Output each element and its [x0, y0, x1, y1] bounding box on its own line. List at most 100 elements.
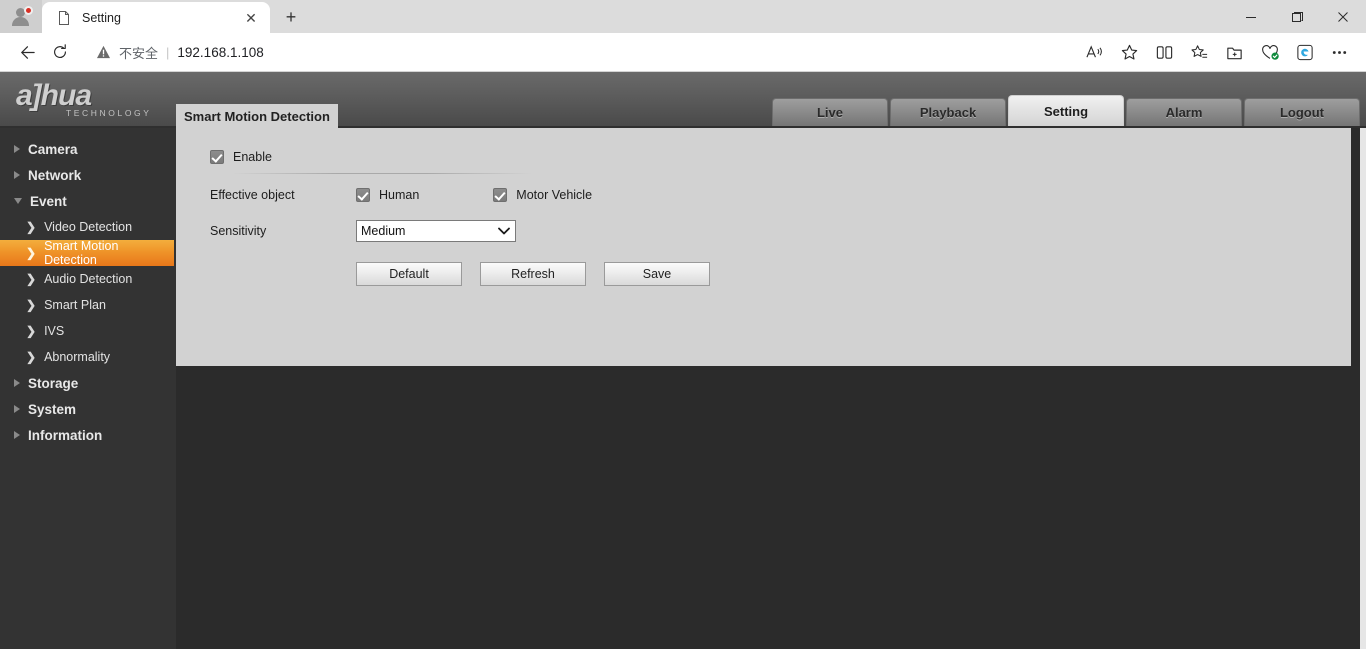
- effective-object-checkbox-group: Human Motor Vehicle: [356, 188, 592, 202]
- chevron-right-icon: [14, 431, 20, 439]
- profile-button[interactable]: [0, 0, 42, 33]
- chevron-right-icon: ❯: [26, 351, 36, 363]
- split-screen-icon[interactable]: [1148, 37, 1181, 67]
- content-area: Smart Motion Detection Enable Effective …: [176, 128, 1366, 649]
- sidebar-item-abnormality[interactable]: ❯ Abnormality: [0, 344, 176, 370]
- chevron-right-icon: ❯: [26, 299, 36, 311]
- url-text: 192.168.1.108: [177, 45, 263, 60]
- topnav-alarm[interactable]: Alarm: [1126, 98, 1242, 126]
- chevron-right-icon: ❯: [26, 221, 36, 233]
- ie-mode-icon[interactable]: [1288, 37, 1321, 67]
- human-checkbox[interactable]: [356, 188, 370, 202]
- topnav-setting[interactable]: Setting: [1008, 95, 1124, 126]
- panel-body: Enable Effective object Human: [176, 128, 1351, 286]
- sidebar-item-label: Camera: [28, 142, 78, 157]
- read-aloud-icon[interactable]: [1078, 37, 1111, 67]
- default-button[interactable]: Default: [356, 262, 462, 286]
- sidebar-item-label: Abnormality: [44, 350, 110, 364]
- refresh-button[interactable]: Refresh: [480, 262, 586, 286]
- reload-icon[interactable]: [44, 37, 76, 67]
- collections-icon[interactable]: [1218, 37, 1251, 67]
- chevron-right-icon: [14, 379, 20, 387]
- sidebar-item-camera[interactable]: Camera: [0, 136, 176, 162]
- settings-more-icon[interactable]: [1323, 37, 1356, 67]
- sidebar-item-label: System: [28, 402, 76, 417]
- favorite-star-icon[interactable]: [1113, 37, 1146, 67]
- sidebar: Camera Network Event ❯ Video Detection ❯…: [0, 128, 176, 649]
- dahua-logo: a]hua TECHNOLOGY: [16, 80, 152, 118]
- sidebar-item-network[interactable]: Network: [0, 162, 176, 188]
- avatar-icon: [10, 7, 32, 27]
- chevron-right-icon: ❯: [26, 273, 36, 285]
- motor-vehicle-label: Motor Vehicle: [516, 188, 592, 202]
- sidebar-item-ivs[interactable]: ❯ IVS: [0, 318, 176, 344]
- back-icon[interactable]: [10, 37, 42, 67]
- omnibox-separator: |: [166, 45, 169, 60]
- settings-panel: Smart Motion Detection Enable Effective …: [176, 128, 1351, 366]
- chevron-right-icon: [14, 171, 20, 179]
- app-body: Camera Network Event ❯ Video Detection ❯…: [0, 128, 1366, 649]
- favorites-list-icon[interactable]: [1183, 37, 1216, 67]
- topnav-playback[interactable]: Playback: [890, 98, 1006, 126]
- security-status-text: 不安全: [119, 43, 158, 62]
- browser-toolbar: 不安全 | 192.168.1.108: [0, 33, 1366, 72]
- motor-vehicle-checkbox[interactable]: [493, 188, 507, 202]
- sidebar-item-label: Video Detection: [44, 220, 132, 234]
- close-icon[interactable]: ✕: [240, 7, 262, 29]
- maximize-icon[interactable]: [1274, 0, 1320, 33]
- page-title: Smart Motion Detection: [176, 104, 338, 128]
- chevron-right-icon: [14, 145, 20, 153]
- sidebar-item-video-detection[interactable]: ❯ Video Detection: [0, 214, 176, 240]
- warning-triangle-icon: [96, 45, 111, 59]
- dahua-web-ui: a]hua TECHNOLOGY Live Playback Setting A…: [0, 72, 1366, 649]
- human-checkbox-group: Human: [356, 188, 419, 202]
- sidebar-item-label: IVS: [44, 324, 64, 338]
- document-icon: [56, 10, 72, 26]
- browser-tab-setting[interactable]: Setting ✕: [42, 2, 270, 33]
- sidebar-item-audio-detection[interactable]: ❯ Audio Detection: [0, 266, 176, 292]
- action-buttons: Default Refresh Save: [356, 262, 1351, 286]
- notification-badge-icon: [24, 6, 33, 15]
- chevron-right-icon: ❯: [26, 325, 36, 337]
- sensitivity-select[interactable]: Medium: [356, 220, 516, 242]
- enable-row: Enable: [210, 150, 1351, 164]
- sensitivity-row: Sensitivity Medium: [210, 216, 1351, 246]
- chevron-down-icon: [495, 221, 513, 241]
- section-divider: [232, 173, 532, 174]
- chevron-right-icon: ❯: [26, 247, 36, 259]
- close-window-icon[interactable]: [1320, 0, 1366, 33]
- sidebar-item-smart-motion-detection[interactable]: ❯ Smart Motion Detection: [0, 240, 174, 266]
- sidebar-item-label: Smart Plan: [44, 298, 106, 312]
- sensitivity-label: Sensitivity: [210, 224, 356, 238]
- browser-tab-title: Setting: [82, 11, 230, 25]
- sidebar-item-label: Smart Motion Detection: [44, 239, 174, 267]
- topnav-live[interactable]: Live: [772, 98, 888, 126]
- effective-object-row: Effective object Human Motor Vehicle: [210, 180, 1351, 210]
- sidebar-item-information[interactable]: Information: [0, 422, 176, 448]
- sidebar-item-system[interactable]: System: [0, 396, 176, 422]
- logo-subtitle: TECHNOLOGY: [66, 108, 152, 118]
- browser-essentials-icon[interactable]: [1253, 37, 1286, 67]
- minimize-icon[interactable]: [1228, 0, 1274, 33]
- motor-vehicle-checkbox-group: Motor Vehicle: [493, 188, 592, 202]
- sidebar-item-smart-plan[interactable]: ❯ Smart Plan: [0, 292, 176, 318]
- chevron-down-icon: [14, 198, 22, 204]
- sidebar-item-label: Network: [28, 168, 81, 183]
- browser-tab-strip: Setting ✕ +: [0, 0, 1366, 33]
- enable-checkbox[interactable]: [210, 150, 224, 164]
- save-button[interactable]: Save: [604, 262, 710, 286]
- chevron-right-icon: [14, 405, 20, 413]
- toolbar-icon-group: [1078, 37, 1356, 67]
- enable-label: Enable: [233, 150, 272, 164]
- topnav-logout[interactable]: Logout: [1244, 98, 1360, 126]
- sensitivity-value: Medium: [361, 221, 405, 241]
- new-tab-button[interactable]: +: [276, 3, 306, 31]
- address-bar[interactable]: 不安全 | 192.168.1.108: [84, 38, 1068, 66]
- sidebar-item-storage[interactable]: Storage: [0, 370, 176, 396]
- sidebar-item-label: Audio Detection: [44, 272, 132, 286]
- effective-object-label: Effective object: [210, 188, 356, 202]
- sidebar-item-label: Information: [28, 428, 102, 443]
- sidebar-item-label: Event: [30, 194, 67, 209]
- sidebar-item-event[interactable]: Event: [0, 188, 176, 214]
- right-edge-strip: [1360, 128, 1366, 649]
